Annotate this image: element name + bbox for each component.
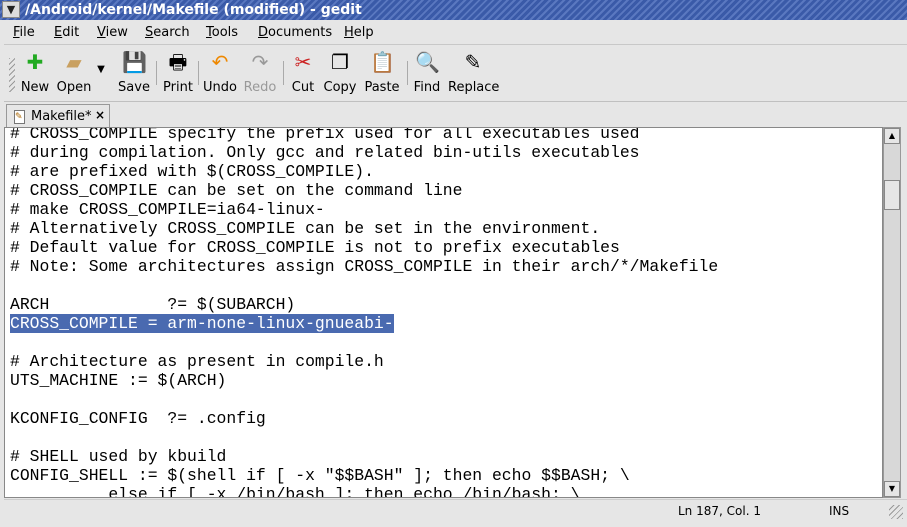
code-line-text: # Architecture as present in compile.h: [10, 352, 384, 371]
window-menu-button[interactable]: ▼: [2, 1, 20, 18]
code-line-text: ARCH ?= $(SUBARCH): [10, 295, 296, 314]
separator: [283, 61, 284, 85]
open-recent-dropdown[interactable]: ▼: [94, 64, 108, 75]
text-document-icon: ✎: [14, 110, 25, 124]
save-button[interactable]: 💾 Save: [117, 50, 151, 95]
code-line-text: CONFIG_SHELL := $(shell if [ -x "$$BASH"…: [10, 466, 630, 485]
selected-text: CROSS_COMPILE = arm-none-linux-gnueabi-: [10, 314, 394, 333]
resize-grip[interactable]: [889, 505, 903, 519]
close-tab-button[interactable]: ×: [95, 108, 105, 122]
code-line: # are prefixed with $(CROSS_COMPILE).: [10, 162, 718, 181]
find-button[interactable]: 🔍 Find: [412, 50, 442, 95]
code-line: KCONFIG_CONFIG ?= .config: [10, 409, 718, 428]
menu-search[interactable]: Search: [145, 25, 190, 40]
insert-mode: INS: [829, 504, 850, 518]
code-line: # Alternatively CROSS_COMPILE can be set…: [10, 219, 718, 238]
code-line: ARCH ?= $(SUBARCH): [10, 295, 718, 314]
undo-icon: ↶: [211, 50, 229, 74]
code-line-text: # SHELL used by kbuild: [10, 447, 227, 466]
code-line-text: UTS_MACHINE := $(ARCH): [10, 371, 227, 390]
code-line-text: # CROSS_COMPILE can be set on the comman…: [10, 181, 463, 200]
code-line-text: # during compilation. Only gcc and relat…: [10, 143, 640, 162]
code-line-text: KCONFIG_CONFIG ?= .config: [10, 409, 266, 428]
status-bar: Ln 187, Col. 1 INS: [4, 499, 907, 523]
code-line-text: # are prefixed with $(CROSS_COMPILE).: [10, 162, 374, 181]
code-line-text: else if [ -x /bin/bash ]; then echo /bin…: [10, 485, 581, 498]
paste-button[interactable]: 📋 Paste: [363, 50, 401, 95]
code-line-text: # CROSS_COMPILE specify the prefix used …: [10, 127, 640, 143]
code-line: # CROSS_COMPILE specify the prefix used …: [10, 127, 718, 143]
toolbar: ✚ New ▰ Open ▼ 💾 Save 🖶 Print ↶ Undo ↷ Redo ✂ C…: [4, 46, 907, 102]
new-document-icon: ✚: [26, 50, 44, 74]
separator: [156, 61, 157, 85]
folder-icon: ▰: [66, 50, 82, 74]
text-editor[interactable]: # CROSS_COMPILE specify the prefix used …: [4, 127, 883, 498]
code-line: # SHELL used by kbuild: [10, 447, 718, 466]
undo-button[interactable]: ↶ Undo: [203, 50, 237, 95]
code-line: # during compilation. Only gcc and relat…: [10, 143, 718, 162]
menu-view[interactable]: View: [97, 25, 128, 40]
code-content[interactable]: # CROSS_COMPILE specify the prefix used …: [10, 127, 718, 498]
scissors-icon: ✂: [294, 50, 312, 74]
scroll-up-arrow-icon[interactable]: ▲: [884, 128, 900, 144]
chevron-down-icon: ▼: [97, 64, 105, 75]
redo-icon: ↷: [251, 50, 269, 74]
new-button[interactable]: ✚ New: [20, 50, 50, 95]
scrollbar-thumb[interactable]: [884, 180, 900, 210]
toolbar-grip[interactable]: [9, 58, 15, 92]
magnifier-icon: 🔍: [415, 50, 440, 74]
redo-button[interactable]: ↷ Redo: [243, 50, 277, 95]
code-line: UTS_MACHINE := $(ARCH): [10, 371, 718, 390]
code-line-text: # Alternatively CROSS_COMPILE can be set…: [10, 219, 601, 238]
printer-icon: 🖶: [168, 50, 188, 74]
tab-makefile[interactable]: ✎ Makefile* ×: [6, 104, 110, 129]
clipboard-icon: 📋: [370, 50, 395, 74]
code-line: # Default value for CROSS_COMPILE is not…: [10, 238, 718, 257]
code-line-text: # make CROSS_COMPILE=ia64-linux-: [10, 200, 325, 219]
menu-help[interactable]: Help: [344, 25, 374, 40]
code-line: # Architecture as present in compile.h: [10, 352, 718, 371]
floppy-disk-icon: 💾: [122, 50, 147, 74]
menu-documents[interactable]: Documents: [258, 25, 332, 40]
title-bar: ▼ /Android/kernel/Makefile (modified) - …: [0, 0, 907, 20]
tab-bar: ✎ Makefile* ×: [4, 103, 907, 129]
window-title: /Android/kernel/Makefile (modified) - ge…: [25, 2, 362, 18]
separator: [198, 61, 199, 85]
separator: [407, 61, 408, 85]
code-line: # Note: Some architectures assign CROSS_…: [10, 257, 718, 276]
find-replace-icon: ✎: [464, 50, 482, 74]
print-button[interactable]: 🖶 Print: [161, 50, 195, 95]
vertical-scrollbar[interactable]: ▲ ▼: [883, 127, 901, 498]
code-line: else if [ -x /bin/bash ]; then echo /bin…: [10, 485, 718, 498]
menu-file[interactable]: File: [13, 25, 35, 40]
copy-button[interactable]: ❐ Copy: [323, 50, 357, 95]
code-line-text: # Note: Some architectures assign CROSS_…: [10, 257, 719, 276]
replace-button[interactable]: ✎ Replace: [448, 50, 499, 95]
code-line: CROSS_COMPILE = arm-none-linux-gnueabi-: [10, 314, 718, 333]
code-line: CONFIG_SHELL := $(shell if [ -x "$$BASH"…: [10, 466, 718, 485]
cursor-position: Ln 187, Col. 1: [678, 504, 761, 518]
scroll-down-arrow-icon[interactable]: ▼: [884, 481, 900, 497]
chevron-down-icon: ▼: [6, 3, 16, 16]
code-line: # CROSS_COMPILE can be set on the comman…: [10, 181, 718, 200]
code-line-text: # Default value for CROSS_COMPILE is not…: [10, 238, 620, 257]
menu-tools[interactable]: Tools: [206, 25, 238, 40]
copy-icon: ❐: [331, 50, 349, 74]
menu-edit[interactable]: Edit: [54, 25, 79, 40]
menu-bar: File Edit View Search Tools Documents He…: [4, 21, 907, 45]
code-line: # make CROSS_COMPILE=ia64-linux-: [10, 200, 718, 219]
open-button[interactable]: ▰ Open: [56, 50, 92, 95]
cut-button[interactable]: ✂ Cut: [289, 50, 317, 95]
